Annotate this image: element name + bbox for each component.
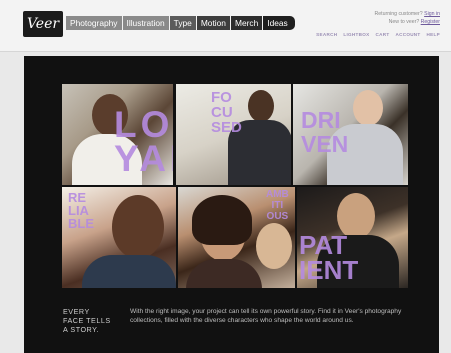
search-link[interactable]: SEARCH xyxy=(316,32,337,37)
veer-logo[interactable]: Veer xyxy=(23,11,63,37)
site-header: Veer Photography Illustration Type Motio… xyxy=(0,0,451,52)
word-focused: FO CU SED xyxy=(211,89,242,136)
sign-in-link[interactable]: Sign in xyxy=(424,11,440,17)
photo-tile-reliable[interactable]: RE LIA BLE xyxy=(62,187,176,288)
account-link[interactable]: ACCOUNT xyxy=(395,32,420,37)
word-ambitious: AMB ITI OUS xyxy=(266,189,289,222)
person-photo-body xyxy=(186,259,262,288)
category-tabs: Photography Illustration Type Motion Mer… xyxy=(66,16,296,30)
person-photo xyxy=(112,195,164,259)
word-driven: DRI VEN xyxy=(301,107,349,157)
cart-link[interactable]: CART xyxy=(376,32,390,37)
tab-type[interactable]: Type xyxy=(169,16,196,30)
account-prompt: Returning customer? Sign in New to veer?… xyxy=(375,10,440,26)
person-photo-body xyxy=(82,255,176,288)
utility-nav: SEARCH LIGHTBOX CART ACCOUNT HELP xyxy=(316,32,440,37)
word-patient: PAT IENT xyxy=(299,230,359,285)
tab-merch[interactable]: Merch xyxy=(230,16,263,30)
photo-tile-driven[interactable]: DRI VEN xyxy=(293,84,408,185)
photo-tile-patient[interactable]: PAT IENT xyxy=(297,187,408,288)
tab-photography[interactable]: Photography xyxy=(66,16,122,30)
returning-customer-text: Returning customer? xyxy=(374,11,423,17)
tab-illustration[interactable]: Illustration xyxy=(122,16,169,30)
hero-description: With the right image, your project can t… xyxy=(130,308,402,324)
lightbox-link[interactable]: LIGHTBOX xyxy=(343,32,369,37)
help-link[interactable]: HELP xyxy=(427,32,440,37)
register-link[interactable]: Register xyxy=(421,19,440,25)
new-to-veer-text: New to veer? xyxy=(388,19,420,25)
hero-banner[interactable]: LO YAL FO CU SED DRI VEN RE LIA BLE AMB … xyxy=(24,56,439,353)
person-photo xyxy=(353,90,383,126)
word-loyal: LO YAL xyxy=(114,104,173,179)
photo-tile-focused[interactable]: FO CU SED xyxy=(176,84,291,185)
person-photo xyxy=(248,90,274,122)
tab-ideas[interactable]: Ideas xyxy=(263,16,295,30)
hero-tagline: EVERY FACE TELLS A STORY. xyxy=(63,307,111,334)
word-reliable: RE LIA BLE xyxy=(68,190,94,231)
person-photo xyxy=(256,223,292,269)
photo-tile-ambitious[interactable]: AMB ITI OUS xyxy=(178,187,295,288)
photo-tile-loyal[interactable]: LO YAL xyxy=(62,84,173,185)
person-photo xyxy=(192,195,252,245)
tab-motion[interactable]: Motion xyxy=(196,16,230,30)
